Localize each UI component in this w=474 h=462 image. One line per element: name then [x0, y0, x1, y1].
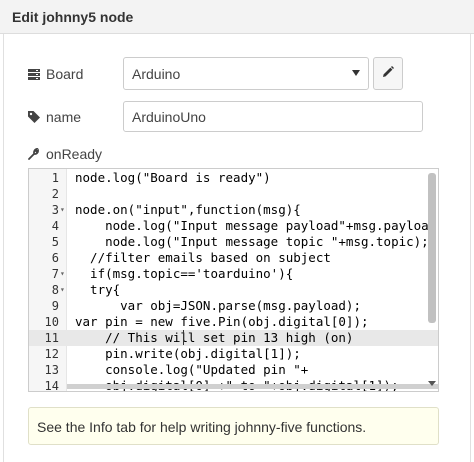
- code-line[interactable]: 6 //filter emails based on subject: [29, 250, 438, 266]
- line-text: console.log("Updated pin "+: [75, 362, 309, 377]
- line-number: 10: [44, 315, 59, 329]
- code-line[interactable]: 9 var obj=JSON.parse(msg.payload);: [29, 298, 438, 314]
- line-number: 3: [51, 203, 59, 217]
- code-line[interactable]: 4 node.log("Input message payload"+msg.p…: [29, 218, 438, 234]
- onready-label: onReady: [46, 146, 103, 162]
- wrench-icon: [28, 148, 40, 160]
- pencil-icon: [382, 65, 394, 83]
- help-tip: See the Info tab for help writing johnny…: [28, 407, 439, 445]
- line-text: pin.write(obj.digital[1]);: [75, 346, 301, 361]
- server-icon: [28, 68, 40, 80]
- code-line[interactable]: 2: [29, 186, 438, 202]
- line-text: node.on("input",function(msg){: [75, 202, 301, 217]
- line-number: 11: [44, 331, 59, 345]
- board-label: Board: [46, 66, 84, 82]
- scroll-down-arrow-icon[interactable]: [428, 381, 436, 386]
- line-text: node.log("Input message topic "+msg.topi…: [75, 234, 429, 249]
- chevron-down-icon: [352, 70, 360, 76]
- line-text: var obj=JSON.parse(msg.payload);: [75, 298, 361, 313]
- line-number: 14: [44, 379, 59, 392]
- onready-label-row: onReady: [28, 146, 102, 162]
- code-line[interactable]: 3 ▾ node.on("input",function(msg){: [29, 202, 438, 218]
- line-text: node.log("Board is ready"): [75, 170, 271, 185]
- fold-toggle-icon[interactable]: ▾: [60, 202, 65, 218]
- vertical-scrollbar[interactable]: [426, 170, 437, 390]
- line-text: var pin = new five.Pin(obj.digital[0]);: [75, 314, 369, 329]
- name-label: name: [46, 109, 82, 125]
- code-line[interactable]: 1 node.log("Board is ready"): [29, 170, 438, 186]
- line-number: 1: [51, 171, 59, 185]
- code-line[interactable]: 7 ▾ if(msg.topic=='toarduino'){: [29, 266, 438, 282]
- board-select[interactable]: Arduino: [123, 57, 369, 90]
- line-number: 7: [51, 267, 59, 281]
- line-number: 6: [51, 251, 59, 265]
- line-text: //filter emails based on subject: [75, 250, 331, 265]
- line-text: node.log("Input message payload"+msg.pay…: [75, 218, 439, 233]
- code-line[interactable]: 11 // This will set pin 13 high (on): [29, 330, 438, 346]
- fold-toggle-icon[interactable]: ▾: [60, 266, 65, 282]
- line-text: // This will set pin 13 high (on): [75, 330, 354, 345]
- horizontal-scrollbar[interactable]: [67, 384, 438, 390]
- code-lines: 1 node.log("Board is ready") 2 3 ▾ node.on("i…: [29, 170, 438, 392]
- line-text: try{: [75, 282, 121, 297]
- name-label-row: name: [28, 109, 81, 125]
- code-line[interactable]: 13 console.log("Updated pin "+: [29, 362, 438, 378]
- tag-icon: [28, 111, 40, 123]
- name-input[interactable]: ArduinoUno: [123, 101, 423, 132]
- code-line[interactable]: 8 ▾ try{: [29, 282, 438, 298]
- line-number: 8: [51, 283, 59, 297]
- board-label-row: Board: [28, 66, 83, 82]
- line-number: 5: [51, 235, 59, 249]
- line-number: 12: [44, 347, 59, 361]
- fold-toggle-icon[interactable]: ▾: [60, 282, 65, 298]
- code-editor[interactable]: 1 node.log("Board is ready") 2 3 ▾ node.on("i…: [28, 168, 439, 392]
- horizontal-scroll-thumb[interactable]: [67, 384, 438, 389]
- line-number: 9: [51, 299, 59, 313]
- code-line[interactable]: 10 var pin = new five.Pin(obj.digital[0])…: [29, 314, 438, 330]
- board-select-value: Arduino: [132, 66, 181, 82]
- tray-title: Edit johnny5 node: [0, 0, 474, 34]
- line-number: 4: [51, 219, 59, 233]
- code-line[interactable]: 5 node.log("Input message topic "+msg.to…: [29, 234, 438, 250]
- line-number: 13: [44, 363, 59, 377]
- line-number: 2: [51, 187, 59, 201]
- vertical-scroll-thumb[interactable]: [428, 173, 436, 323]
- code-line[interactable]: 12 pin.write(obj.digital[1]);: [29, 346, 438, 362]
- line-text: if(msg.topic=='toarduino'){: [75, 266, 294, 281]
- edit-board-button[interactable]: [373, 57, 403, 90]
- text-cursor: [183, 330, 184, 345]
